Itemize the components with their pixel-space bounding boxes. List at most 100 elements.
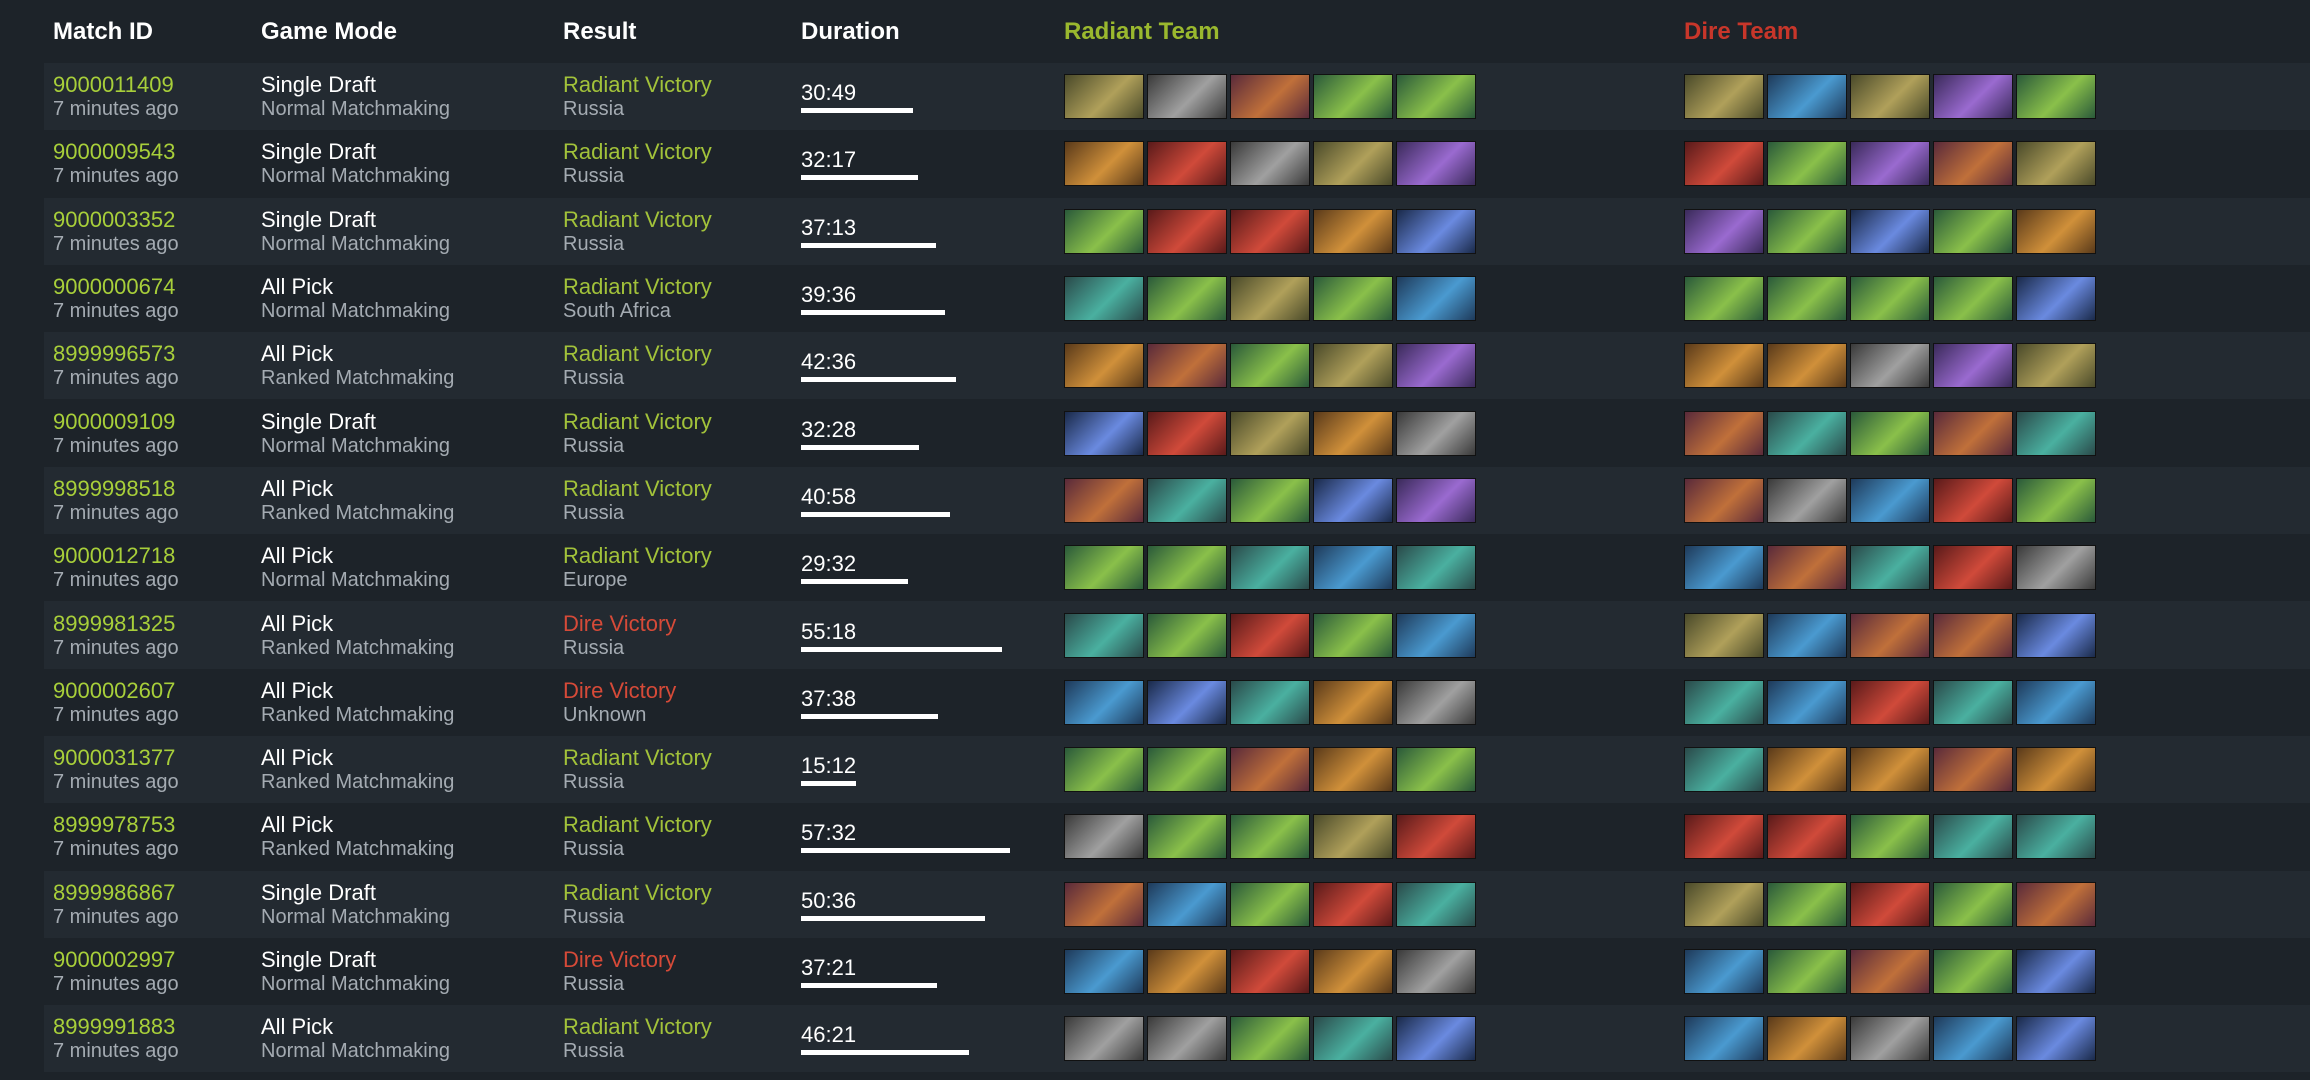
hero-portrait-ember-spirit[interactable] bbox=[1313, 276, 1393, 322]
hero-portrait-windranger[interactable] bbox=[1064, 343, 1144, 389]
table-row[interactable]: 9000031377 7 minutes ago All Pick Ranked… bbox=[44, 735, 2310, 804]
match-id-link[interactable]: 8999981325 bbox=[53, 611, 252, 636]
hero-portrait-venomancer[interactable] bbox=[1396, 949, 1476, 994]
header-result[interactable]: Result bbox=[554, 18, 792, 46]
match-id-link[interactable]: 9000009109 bbox=[53, 409, 252, 434]
hero-portrait-sand-king[interactable] bbox=[1767, 410, 1847, 456]
hero-portrait-magnus[interactable] bbox=[1230, 477, 1310, 523]
hero-portrait-tidehunter[interactable] bbox=[1396, 545, 1476, 591]
hero-portrait-slardar[interactable] bbox=[1933, 276, 2013, 322]
table-row[interactable]: 8999981325 7 minutes ago All Pick Ranked… bbox=[44, 601, 2310, 669]
hero-portrait-brewmaster[interactable] bbox=[1396, 881, 1476, 927]
hero-portrait-queen-of-pain[interactable] bbox=[1147, 545, 1227, 591]
header-radiant-team[interactable]: Radiant Team bbox=[1055, 18, 1675, 46]
table-row[interactable]: 9000009109 7 minutes ago Single Draft No… bbox=[44, 399, 2310, 467]
hero-portrait-void-spirit[interactable] bbox=[1850, 1016, 1930, 1062]
hero-portrait-tiny[interactable] bbox=[1767, 612, 1847, 658]
hero-portrait-earthshaker[interactable] bbox=[1850, 477, 1930, 523]
table-row[interactable]: 9000003352 7 minutes ago Single Draft No… bbox=[44, 197, 2310, 265]
match-id-link[interactable]: 9000002607 bbox=[53, 678, 252, 703]
table-row[interactable]: 8999986867 7 minutes ago Single Draft No… bbox=[44, 870, 2310, 938]
hero-portrait-lina[interactable] bbox=[1767, 545, 1847, 591]
hero-portrait-earthshaker[interactable] bbox=[1064, 679, 1144, 725]
hero-portrait-axe[interactable] bbox=[1147, 1016, 1227, 1062]
hero-portrait-lina[interactable] bbox=[1147, 343, 1227, 389]
hero-portrait-void[interactable] bbox=[1684, 208, 1764, 254]
hero-portrait-ursa[interactable] bbox=[1313, 410, 1393, 456]
match-id-link[interactable]: 9000012718 bbox=[53, 543, 252, 568]
hero-portrait-anti-mage[interactable] bbox=[1684, 612, 1764, 658]
hero-portrait-ember-spirit[interactable] bbox=[1684, 276, 1764, 322]
header-game-mode[interactable]: Game Mode bbox=[252, 18, 554, 46]
hero-portrait-viper[interactable] bbox=[1933, 747, 2013, 793]
hero-portrait-invoker[interactable] bbox=[1933, 343, 2013, 389]
hero-portrait-phantom-assassin[interactable] bbox=[2016, 208, 2096, 254]
hero-portrait-crystal-maiden[interactable] bbox=[2016, 949, 2096, 994]
hero-portrait-ogre-magi[interactable] bbox=[1313, 545, 1393, 591]
hero-portrait-venomancer[interactable] bbox=[1147, 74, 1227, 120]
hero-portrait-omniknight[interactable] bbox=[1396, 276, 1476, 322]
hero-portrait-troll-warlord[interactable] bbox=[1313, 814, 1393, 860]
hero-portrait-void-spirit[interactable] bbox=[1767, 477, 1847, 523]
hero-portrait-ancient-apparition[interactable] bbox=[1684, 477, 1764, 523]
hero-portrait-morphling[interactable] bbox=[1933, 814, 2013, 860]
table-row[interactable]: 9000011409 7 minutes ago Single Draft No… bbox=[44, 63, 2310, 131]
hero-portrait-gyrocopter[interactable] bbox=[1767, 74, 1847, 120]
match-id-link[interactable]: 8999991883 bbox=[53, 1014, 252, 1039]
hero-portrait-tiny[interactable] bbox=[1933, 1016, 2013, 1062]
table-row[interactable]: 9000002997 7 minutes ago Single Draft No… bbox=[44, 937, 2310, 1006]
hero-portrait-lina[interactable] bbox=[1933, 141, 2013, 187]
hero-portrait-riki[interactable] bbox=[1767, 141, 1847, 187]
table-row[interactable]: 8999996573 7 minutes ago All Pick Ranked… bbox=[44, 332, 2310, 400]
hero-portrait-enigma[interactable] bbox=[1850, 881, 1930, 927]
hero-portrait-kunkka[interactable] bbox=[1850, 679, 1930, 725]
table-row[interactable]: 9000000674 7 minutes ago All Pick Normal… bbox=[44, 264, 2310, 333]
hero-portrait-venomancer[interactable] bbox=[1064, 1016, 1144, 1062]
hero-portrait-ursa[interactable] bbox=[1767, 1016, 1847, 1062]
hero-portrait-dawnbreaker[interactable] bbox=[1850, 545, 1930, 591]
hero-portrait-phantom-assassin[interactable] bbox=[1684, 343, 1764, 389]
hero-portrait-ember-spirit[interactable] bbox=[1933, 949, 2013, 994]
header-duration[interactable]: Duration bbox=[792, 18, 1055, 46]
hero-portrait-medusa[interactable] bbox=[2016, 612, 2096, 658]
hero-portrait-ogre-magi[interactable] bbox=[2016, 679, 2096, 725]
hero-portrait-zeus[interactable] bbox=[1147, 410, 1227, 456]
hero-portrait-beastmaster[interactable] bbox=[1850, 410, 1930, 456]
hero-portrait-kunkka[interactable] bbox=[1230, 208, 1310, 254]
hero-portrait-lina[interactable] bbox=[1933, 410, 2013, 456]
hero-portrait-dazzle[interactable] bbox=[1684, 410, 1764, 456]
hero-portrait-nature-prophet[interactable] bbox=[1850, 949, 1930, 994]
match-id-link[interactable]: 9000031377 bbox=[53, 745, 252, 770]
hero-portrait-ancient-apparition[interactable] bbox=[1064, 881, 1144, 927]
hero-portrait-venomancer[interactable] bbox=[1850, 343, 1930, 389]
header-dire-team[interactable]: Dire Team bbox=[1675, 18, 2295, 46]
hero-portrait-medusa[interactable] bbox=[1396, 208, 1476, 254]
hero-portrait-sand-king[interactable] bbox=[1684, 679, 1764, 725]
hero-portrait-storm-spirit[interactable] bbox=[1147, 141, 1227, 187]
hero-portrait-gyrocopter[interactable] bbox=[1147, 881, 1227, 927]
hero-portrait-shadow-demon[interactable] bbox=[1230, 545, 1310, 591]
hero-portrait-necrophos[interactable] bbox=[1767, 276, 1847, 322]
hero-portrait-viper[interactable] bbox=[1230, 74, 1310, 120]
match-id-link[interactable]: 9000000674 bbox=[53, 274, 252, 299]
table-row[interactable]: 8999978753 7 minutes ago All Pick Ranked… bbox=[44, 803, 2310, 871]
hero-portrait-venomancer[interactable] bbox=[1396, 679, 1476, 725]
hero-portrait-crystal-maiden[interactable] bbox=[1147, 679, 1227, 725]
hero-portrait-sniper[interactable] bbox=[1230, 410, 1310, 456]
hero-portrait-underlord[interactable] bbox=[1396, 747, 1476, 793]
match-id-link[interactable]: 9000009543 bbox=[53, 139, 252, 164]
hero-portrait-nature-prophet[interactable] bbox=[1933, 612, 2013, 658]
hero-portrait-tinker[interactable] bbox=[1313, 747, 1393, 793]
hero-portrait-alchemist[interactable] bbox=[1933, 74, 2013, 120]
hero-portrait-nyx-assassin[interactable] bbox=[1147, 612, 1227, 658]
match-id-link[interactable]: 8999996573 bbox=[53, 341, 252, 366]
hero-portrait-templar-assassin[interactable] bbox=[1396, 74, 1476, 120]
hero-portrait-terrorblade[interactable] bbox=[2016, 881, 2096, 927]
hero-portrait-ember-spirit[interactable] bbox=[1933, 208, 2013, 254]
hero-portrait-faceless-void[interactable] bbox=[2016, 1016, 2096, 1062]
hero-portrait-queen-of-pain[interactable] bbox=[1767, 208, 1847, 254]
hero-portrait-io[interactable] bbox=[2016, 814, 2096, 860]
match-id-link[interactable]: 8999986867 bbox=[53, 880, 252, 905]
hero-portrait-anti-mage[interactable] bbox=[1684, 74, 1764, 120]
hero-portrait-chaos-knight[interactable] bbox=[1396, 612, 1476, 658]
